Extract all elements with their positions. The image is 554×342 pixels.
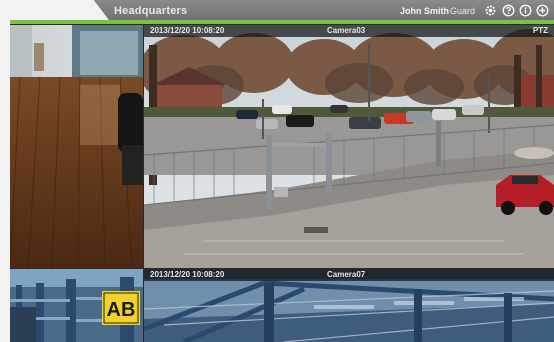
top-bar: Headquarters John Smith Guard <box>10 0 554 24</box>
aisle-sign: AB <box>107 299 136 321</box>
camera-tile-camera07[interactable]: 2013/12/20 10:08:20 Camera07 <box>144 269 554 342</box>
camera07-caption: 2013/12/20 10:08:20 Camera07 <box>144 269 554 281</box>
warehouse-feed: AB <box>10 269 143 342</box>
accent-line <box>10 20 554 24</box>
site-title[interactable]: Headquarters <box>114 5 187 17</box>
camera07-label: Camera07 <box>327 270 366 279</box>
camera-tile-lobby[interactable] <box>10 25 143 268</box>
camera03-caption: 2013/12/20 10:08:20 Camera03 PTZ <box>144 25 554 37</box>
camera03-label: Camera03 <box>327 26 366 35</box>
camera03-timestamp: 2013/12/20 10:08:20 <box>150 26 225 35</box>
camera-tile-warehouse[interactable]: AB <box>10 269 143 342</box>
help-icon[interactable] <box>502 4 515 17</box>
video-wall: Headquarters John Smith Guard 2013/12/20… <box>10 0 554 342</box>
gear-icon[interactable] <box>484 4 497 17</box>
ptz-button[interactable]: PTZ <box>533 25 548 37</box>
user-name[interactable]: John Smith <box>400 6 449 16</box>
camera03-feed <box>144 25 554 268</box>
info-icon[interactable] <box>519 4 532 17</box>
camera-tile-camera03[interactable]: 2013/12/20 10:08:20 Camera03 PTZ <box>144 25 554 268</box>
user-role: Guard <box>450 6 476 16</box>
add-icon[interactable] <box>536 4 549 17</box>
camera07-timestamp: 2013/12/20 10:08:20 <box>150 270 225 279</box>
lobby-feed <box>10 25 143 268</box>
